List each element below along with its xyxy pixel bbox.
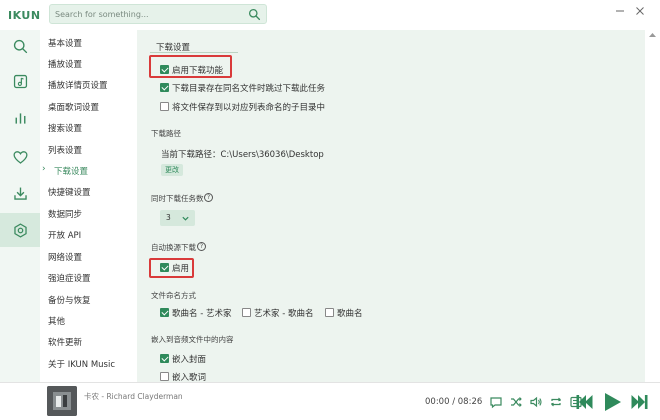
nav-item-playback[interactable]: 播放设置	[48, 58, 82, 70]
naming-option-checkbox[interactable]	[325, 308, 334, 317]
nav-item-desktop-lyrics[interactable]: 桌面歌词设置	[48, 101, 99, 113]
scrollbar[interactable]	[645, 30, 660, 382]
concurrent-value: 3	[166, 213, 171, 222]
embed-lyrics-checkbox[interactable]	[160, 372, 169, 381]
nav-item-ocd[interactable]: 强迫症设置	[48, 272, 91, 284]
gear-icon	[13, 222, 27, 238]
now-playing-title: 卡农 - Richard Clayderman	[84, 392, 183, 401]
rail-favorites-button[interactable]	[0, 140, 40, 174]
divider	[150, 52, 238, 53]
nav-item-backup[interactable]: 备份与恢复	[48, 294, 91, 306]
repeat-icon[interactable]	[549, 395, 563, 409]
shuffle-icon[interactable]	[509, 395, 523, 409]
search-box[interactable]	[49, 4, 267, 24]
album-cover[interactable]	[47, 386, 77, 416]
rail-songlist-button[interactable]	[0, 64, 40, 98]
chevron-right-icon: ›	[42, 164, 46, 174]
play-icon[interactable]	[601, 391, 623, 413]
help-icon[interactable]: ?	[197, 242, 206, 251]
volume-icon[interactable]	[529, 395, 543, 409]
embed-title: 嵌入到音频文件中的内容	[151, 335, 234, 344]
rail-settings-button[interactable]	[0, 213, 40, 247]
subfolder-checkbox[interactable]	[160, 102, 169, 111]
nav-item-basic[interactable]: 基本设置	[48, 37, 82, 49]
rail-download-button[interactable]	[0, 176, 40, 210]
auto-source-checkbox[interactable]	[160, 263, 169, 272]
naming-option-label: 艺术家 - 歌曲名	[254, 309, 314, 319]
bar-chart-icon	[15, 112, 25, 124]
search-icon[interactable]	[248, 8, 261, 21]
nav-item-hotkeys[interactable]: 快捷键设置	[48, 186, 91, 198]
nav-item-search[interactable]: 搜索设置	[48, 122, 82, 134]
current-path-text: 当前下载路径：C:\Users\36036\Desktop	[161, 150, 324, 160]
nav-item-list[interactable]: 列表设置	[48, 144, 82, 156]
naming-option-checkbox[interactable]	[160, 308, 169, 317]
rail-search-button[interactable]	[0, 29, 40, 63]
rail-leaderboard-button[interactable]	[0, 101, 40, 135]
concurrent-title: 同时下载任务数	[151, 194, 204, 203]
concurrent-select[interactable]: 3	[160, 210, 195, 226]
nav-item-update[interactable]: 软件更新	[48, 336, 82, 348]
embed-cover-label: 嵌入封面	[172, 355, 207, 365]
subfolder-label: 将文件保存到以对应列表命名的子目录中	[172, 103, 326, 113]
enable-download-label: 启用下载功能	[172, 66, 224, 76]
nav-item-sync[interactable]: 数据同步	[48, 208, 82, 220]
nav-item-open-api[interactable]: 开放 API	[48, 229, 81, 241]
heart-icon	[12, 150, 28, 164]
search-input[interactable]	[55, 7, 243, 22]
music-note-icon	[13, 74, 27, 88]
settings-nav: 基本设置 播放设置 播放详情页设置 桌面歌词设置 搜索设置 列表设置 › 下载设…	[40, 30, 136, 382]
auto-source-label: 启用	[172, 264, 190, 274]
nav-item-play-detail[interactable]: 播放详情页设置	[48, 79, 108, 91]
close-icon[interactable]	[633, 4, 647, 18]
nav-item-about[interactable]: 关于 IKUN Music	[48, 358, 115, 370]
naming-option-checkbox[interactable]	[242, 308, 251, 317]
app-logo: IKUN	[8, 9, 41, 22]
next-icon[interactable]	[629, 393, 649, 411]
nav-item-network[interactable]: 网络设置	[48, 251, 82, 263]
naming-title: 文件命名方式	[151, 291, 196, 300]
nav-item-other[interactable]: 其他	[48, 315, 65, 327]
change-path-button[interactable]: 更改	[161, 164, 183, 176]
playback-time: 00:00 / 08:26	[425, 397, 483, 407]
naming-option-label: 歌曲名 - 艺术家	[172, 309, 232, 319]
nav-item-download[interactable]: 下载设置	[54, 165, 88, 177]
naming-option-label: 歌曲名	[337, 309, 363, 319]
download-path-title: 下载路径	[151, 129, 181, 138]
minimize-icon[interactable]	[613, 4, 627, 18]
enable-download-checkbox[interactable]	[160, 65, 169, 74]
auto-source-title: 自动换源下载	[151, 243, 196, 252]
embed-cover-checkbox[interactable]	[160, 354, 169, 363]
comment-icon[interactable]	[489, 395, 503, 409]
skip-existing-label: 下载目录存在同名文件时跳过下载此任务	[172, 84, 326, 94]
chevron-down-icon	[182, 216, 189, 221]
previous-icon[interactable]	[575, 393, 595, 411]
skip-existing-checkbox[interactable]	[160, 83, 169, 92]
help-icon[interactable]: ?	[204, 193, 213, 202]
download-icon	[13, 187, 27, 200]
search-icon	[13, 39, 27, 53]
